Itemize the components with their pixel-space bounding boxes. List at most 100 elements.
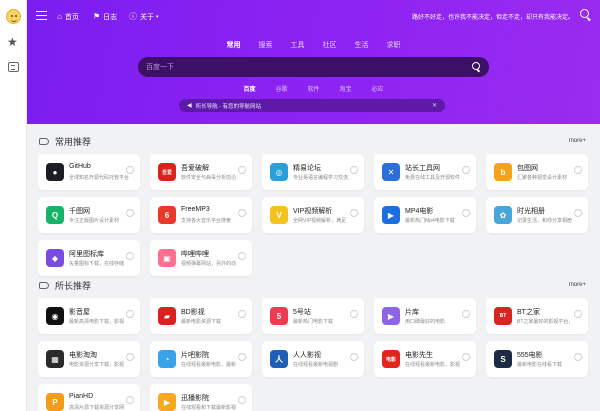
- document-icon[interactable]: [8, 62, 19, 72]
- site-card[interactable]: ● GitHub 全球知名开源代码托管平台: [38, 154, 140, 190]
- site-logo-icon: 人: [270, 350, 288, 368]
- more-link-common[interactable]: more+: [569, 138, 586, 144]
- site-card[interactable]: 吾爱 吾爱破解 软件安全与病毒分析前沿: [150, 154, 252, 190]
- site-logo-icon: 6: [158, 206, 176, 224]
- site-card-desc: 记录生活，和你分享相册: [517, 218, 573, 224]
- site-card[interactable]: ▶ 迅播影院 在线观看和下载最新影视: [150, 384, 252, 411]
- card-detail-icon[interactable]: [350, 166, 358, 174]
- site-card[interactable]: S 555电影 最新电影在线看下载: [486, 341, 588, 377]
- card-detail-icon[interactable]: [574, 310, 582, 318]
- site-card[interactable]: b 包图网 汇聚各种视觉设计素材: [486, 154, 588, 190]
- card-detail-icon[interactable]: [126, 252, 134, 260]
- site-card-desc: 用口碑最好的电影: [405, 319, 446, 325]
- site-card[interactable]: 5 5号站 最新热门电影下载: [262, 298, 364, 334]
- site-card[interactable]: V VIP视频解析 全网VIP视频解析，满足: [262, 197, 364, 233]
- site-card[interactable]: ✕ 站长工具网 免费在线工具及开源软件: [374, 154, 476, 190]
- close-icon[interactable]: ✕: [432, 102, 437, 109]
- tab-category-5[interactable]: 求职: [385, 40, 403, 50]
- site-card-title: PianHD: [69, 393, 94, 400]
- tab-category-1[interactable]: 搜索: [257, 40, 275, 50]
- card-detail-icon[interactable]: [350, 310, 358, 318]
- site-card-title: 时光相册: [517, 208, 545, 215]
- site-card-desc: 矢量图标下载，在线存储: [69, 261, 125, 267]
- card-detail-icon[interactable]: [574, 166, 582, 174]
- tab-category-4[interactable]: 生活: [353, 40, 371, 50]
- site-card[interactable]: ▰ BD影视最新电影资源下载: [150, 298, 252, 334]
- card-detail-icon[interactable]: [238, 166, 246, 174]
- site-card[interactable]: 人人人影视 在线观看最新电视剧: [262, 341, 364, 377]
- site-card-title: BT之家: [517, 309, 540, 316]
- site-card-desc: 在线观看最新电影，最新: [181, 362, 237, 368]
- site-card[interactable]: ◎ 精易论坛 专业易语言编程学习交流: [262, 154, 364, 190]
- search-input[interactable]: [146, 60, 456, 74]
- speaker-icon: ◀: [187, 103, 192, 109]
- smiley-logo-icon[interactable]: [6, 9, 21, 24]
- card-detail-icon[interactable]: [238, 353, 246, 361]
- site-card[interactable]: ▶ MP4电影 最新热门Mp4电影下载: [374, 197, 476, 233]
- site-card[interactable]: 电影 电影先生 在线观看最新电影，影视: [374, 341, 476, 377]
- site-logo-icon: ▰: [158, 307, 176, 325]
- nav-log[interactable]: ⚑ 日志: [93, 11, 117, 23]
- site-logo-icon: ▶: [382, 206, 400, 224]
- card-detail-icon[interactable]: [238, 252, 246, 260]
- site-card[interactable]: Q 千图网 专注正版图片设计素材: [38, 197, 140, 233]
- site-card-desc: 电影资源分享下载，影视: [69, 362, 125, 368]
- nav-about[interactable]: ⓘ 关于 ▾: [129, 11, 159, 23]
- tab-engine-3[interactable]: 淘宝: [340, 84, 352, 93]
- site-card-desc: 最新电影资源下载: [181, 319, 222, 325]
- card-detail-icon[interactable]: [350, 353, 358, 361]
- tab-engine-1[interactable]: 谷歌: [275, 84, 287, 93]
- site-card[interactable]: ✿ 时光相册 记录生活，和你分享相册: [486, 197, 588, 233]
- site-card-desc: 专注正版图片设计素材: [69, 218, 120, 224]
- site-card[interactable]: ◉ 影音屋 最新高清电影下载，影视: [38, 298, 140, 334]
- site-card[interactable]: ▣ 哔哩哔哩 视频弹幕网站，另外的动: [150, 240, 252, 276]
- site-card-title: 阿里图标库: [69, 251, 104, 258]
- site-logo-icon: 吾爱: [158, 163, 176, 181]
- tab-category-0[interactable]: 常用: [225, 40, 243, 61]
- card-detail-icon[interactable]: [574, 353, 582, 361]
- card-detail-icon[interactable]: [238, 396, 246, 404]
- site-logo-icon: ◎: [270, 163, 288, 181]
- card-detail-icon[interactable]: [126, 209, 134, 217]
- star-icon[interactable]: ★: [7, 36, 18, 48]
- card-detail-icon[interactable]: [462, 353, 470, 361]
- card-detail-icon[interactable]: [462, 209, 470, 217]
- card-detail-icon[interactable]: [126, 396, 134, 404]
- site-card[interactable]: ▦ 电影淘淘 电影资源分享下载，影视: [38, 341, 140, 377]
- site-logo-icon: P: [46, 393, 64, 411]
- site-card-title: GitHub: [69, 163, 91, 170]
- site-logo-icon: S: [494, 350, 512, 368]
- site-card[interactable]: 6 FreeMP3 支持各大音乐平台搜索: [150, 197, 252, 233]
- tab-category-3[interactable]: 社区: [321, 40, 339, 50]
- search-bar: [138, 57, 489, 77]
- site-card[interactable]: ▶ 片库 用口碑最好的电影: [374, 298, 476, 334]
- site-card-title: BD影视: [181, 309, 205, 316]
- card-detail-icon[interactable]: [350, 209, 358, 217]
- site-card[interactable]: ◔ 片吧影院 在线观看最新电影，最新: [150, 341, 252, 377]
- tab-category-2[interactable]: 工具: [289, 40, 307, 50]
- site-card-desc: 最新高清电影下载，影视: [69, 319, 125, 325]
- site-card[interactable]: BT BT之家 BT之家最好的影视平台，: [486, 298, 588, 334]
- nav-home[interactable]: ⌂ 首页: [57, 11, 79, 23]
- card-detail-icon[interactable]: [462, 166, 470, 174]
- search-submit-icon[interactable]: [472, 62, 482, 72]
- card-detail-icon[interactable]: [126, 310, 134, 318]
- card-detail-icon[interactable]: [462, 310, 470, 318]
- search-icon[interactable]: [580, 9, 592, 21]
- tab-engine-2[interactable]: 软件: [307, 84, 319, 93]
- card-detail-icon[interactable]: [126, 166, 134, 174]
- announcement-bar[interactable]: ◀ 所长导航 - 有您的导航网站 ✕: [179, 99, 445, 112]
- site-card-desc: 全网VIP视频解析，满足: [293, 218, 347, 224]
- more-link-owner[interactable]: more+: [569, 282, 586, 288]
- card-detail-icon[interactable]: [126, 353, 134, 361]
- card-detail-icon[interactable]: [238, 209, 246, 217]
- site-card[interactable]: P PianHD 高清片源下载资源分享网: [38, 384, 140, 411]
- site-card-desc: 支持各大音乐平台搜索: [181, 218, 232, 224]
- card-detail-icon[interactable]: [574, 209, 582, 217]
- hamburger-menu-icon[interactable]: [36, 11, 47, 20]
- site-card-title: 电影淘淘: [69, 352, 97, 359]
- tab-engine-0[interactable]: 百度: [243, 84, 255, 93]
- tab-engine-4[interactable]: 必应: [372, 84, 384, 93]
- card-detail-icon[interactable]: [238, 310, 246, 318]
- site-card[interactable]: ◆ 阿里图标库 矢量图标下载，在线存储: [38, 240, 140, 276]
